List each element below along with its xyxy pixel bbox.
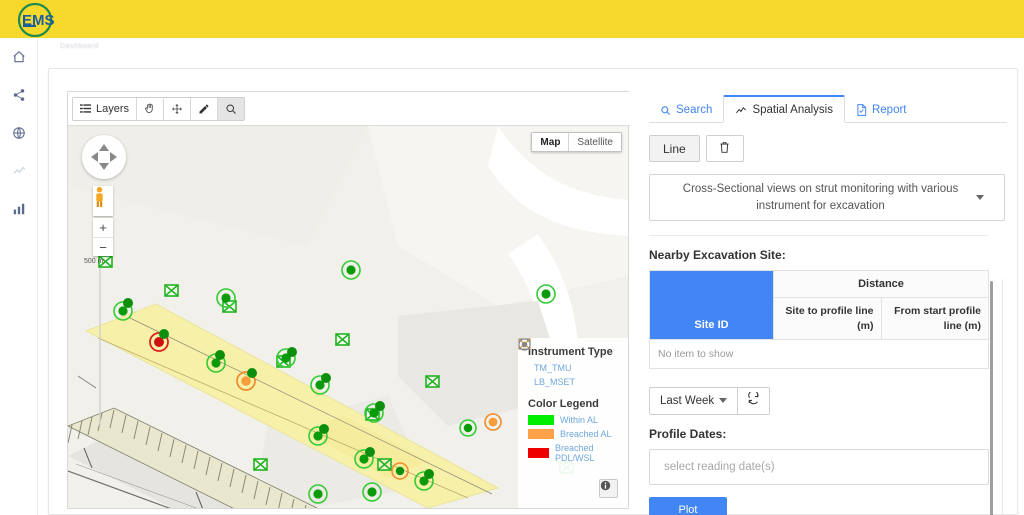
- tab-report-label: Report: [871, 104, 907, 116]
- map-pan-control[interactable]: [82, 135, 126, 179]
- map-info-button[interactable]: [599, 479, 618, 498]
- map-zoom-control[interactable]: + −: [93, 218, 113, 256]
- layers-button[interactable]: Layers: [73, 97, 138, 120]
- ems-logo[interactable]: EMS: [14, 1, 56, 39]
- draw-mode-row: Line: [649, 135, 1007, 162]
- refresh-icon: [747, 389, 760, 410]
- chevron-down-icon: [719, 398, 728, 404]
- sidebar-item-trend[interactable]: [0, 152, 38, 190]
- map-scale-label: 500 m: [84, 258, 104, 265]
- layers-list-icon: [80, 103, 91, 114]
- header-from-start-profile[interactable]: From start profile line (m): [880, 297, 989, 340]
- header-site-to-profile[interactable]: Site to profile line (m): [773, 297, 882, 340]
- move-tool-button[interactable]: [164, 97, 192, 120]
- pencil-icon: [198, 103, 210, 115]
- tab-search[interactable]: Search: [649, 97, 723, 122]
- map-type-satellite[interactable]: Satellite: [568, 133, 621, 151]
- header-distance: Distance: [773, 270, 989, 299]
- analysis-panel: Search Spatial Analysis Report Line Cros…: [649, 91, 1007, 515]
- map-tool-group: Layers: [72, 96, 246, 121]
- breached-al-swatch: [528, 429, 554, 439]
- legend-color-row: Within AL: [528, 415, 620, 425]
- app-root: EMS Dashboard Layers Map Satellite + − 5…: [0, 0, 1024, 515]
- search-tool-button[interactable]: [218, 97, 245, 120]
- tab-spatial-analysis-label: Spatial Analysis: [752, 104, 833, 116]
- legend-mset-label: LB_MSET: [534, 377, 576, 387]
- tab-spatial-analysis[interactable]: Spatial Analysis: [723, 95, 845, 123]
- panel-scroll-track: [1002, 279, 1003, 515]
- sidebar-item-reports[interactable]: [0, 190, 38, 228]
- tab-search-label: Search: [676, 104, 713, 116]
- map-canvas[interactable]: Map Satellite + − 500 m Instrument Type …: [68, 126, 628, 508]
- map-type-toggle[interactable]: Map Satellite: [531, 132, 622, 152]
- clear-line-button[interactable]: [705, 135, 744, 162]
- legend-breached-pdl-label: Breached PDL/WSL: [554, 443, 595, 463]
- street-view-pegman[interactable]: [93, 186, 113, 216]
- magnifier-icon: [660, 105, 671, 116]
- main-card: Layers Map Satellite + − 500 m Instrumen…: [48, 68, 1018, 515]
- map-container: Layers Map Satellite + − 500 m Instrumen…: [67, 91, 630, 509]
- zoom-out-button[interactable]: −: [93, 237, 113, 256]
- profile-type-select[interactable]: Cross-Sectional views on strut monitorin…: [649, 174, 1005, 222]
- profile-type-label: Cross-Sectional views on strut monitorin…: [682, 183, 959, 212]
- breadcrumb: Dashboard: [60, 43, 99, 50]
- refresh-button[interactable]: [738, 386, 771, 415]
- breadcrumb-bar: Dashboard: [38, 38, 1024, 60]
- breached-pdl-swatch: [528, 448, 549, 458]
- table-header-row: Site ID Distance: [649, 270, 989, 340]
- draw-tool-button[interactable]: [191, 97, 219, 120]
- legend-tmu-label: TM_TMU: [534, 363, 572, 373]
- globe-icon: [12, 126, 26, 140]
- reading-dates-input[interactable]: select reading date(s): [649, 448, 989, 485]
- left-sidebar: [0, 38, 38, 515]
- move-arrows-icon: [171, 103, 183, 115]
- panel-scrollbar[interactable]: [990, 281, 993, 515]
- zoom-in-button[interactable]: +: [93, 218, 113, 237]
- map-toolbar: Layers: [68, 92, 630, 126]
- period-label: Last Week: [660, 394, 715, 407]
- within-al-swatch: [528, 415, 554, 425]
- magnifier-icon: [225, 103, 237, 115]
- trash-icon: [719, 141, 730, 157]
- line-mode-button[interactable]: Line: [649, 135, 700, 162]
- line-chart-icon: [12, 164, 27, 178]
- panel-tabs: Search Spatial Analysis Report: [649, 91, 1007, 123]
- hand-icon: [144, 102, 156, 115]
- period-row: Last Week: [649, 386, 1007, 415]
- sidebar-item-network[interactable]: [0, 76, 38, 114]
- content-area: Layers Map Satellite + − 500 m Instrumen…: [38, 60, 1024, 515]
- legend-instrument-title: Instrument Type: [528, 346, 613, 358]
- legend-instrument-row: LB_MSET: [518, 338, 620, 387]
- legend-color-row: Breached PDL/WSL: [528, 443, 620, 463]
- line-chart-icon: [735, 105, 747, 116]
- app-header: EMS: [0, 0, 1024, 38]
- pan-tool-button[interactable]: [137, 97, 165, 120]
- panel-divider: [649, 235, 989, 237]
- nearby-site-table: Site ID Distance Site to profile line (m…: [649, 270, 989, 369]
- share-nodes-icon: [12, 88, 26, 102]
- profile-dates-label: Profile Dates:: [649, 426, 727, 441]
- home-icon: [12, 50, 26, 64]
- period-dropdown[interactable]: Last Week: [649, 386, 739, 415]
- legend-breached-al-label: Breached AL: [560, 429, 612, 439]
- map-type-map[interactable]: Map: [532, 133, 569, 151]
- legend-instrument-row: TM_TMU: [518, 338, 620, 373]
- legend-color-title: Color Legend: [528, 398, 599, 410]
- chevron-down-icon: [976, 195, 984, 201]
- layers-label: Layers: [96, 102, 130, 115]
- sidebar-item-globe[interactable]: [0, 114, 38, 152]
- sidebar-item-home[interactable]: [0, 38, 38, 76]
- empty-message: No item to show: [649, 338, 989, 369]
- legend-within-al-label: Within AL: [560, 415, 599, 425]
- nearby-site-label: Nearby Excavation Site:: [649, 248, 786, 263]
- legend-color-row: Breached AL: [528, 429, 620, 439]
- tab-report[interactable]: Report: [845, 97, 918, 122]
- bar-chart-icon: [12, 202, 26, 216]
- plot-button[interactable]: Plot: [649, 496, 727, 515]
- table-row: No item to show: [649, 338, 989, 369]
- header-site-id[interactable]: Site ID: [649, 270, 774, 340]
- document-icon: [856, 104, 867, 116]
